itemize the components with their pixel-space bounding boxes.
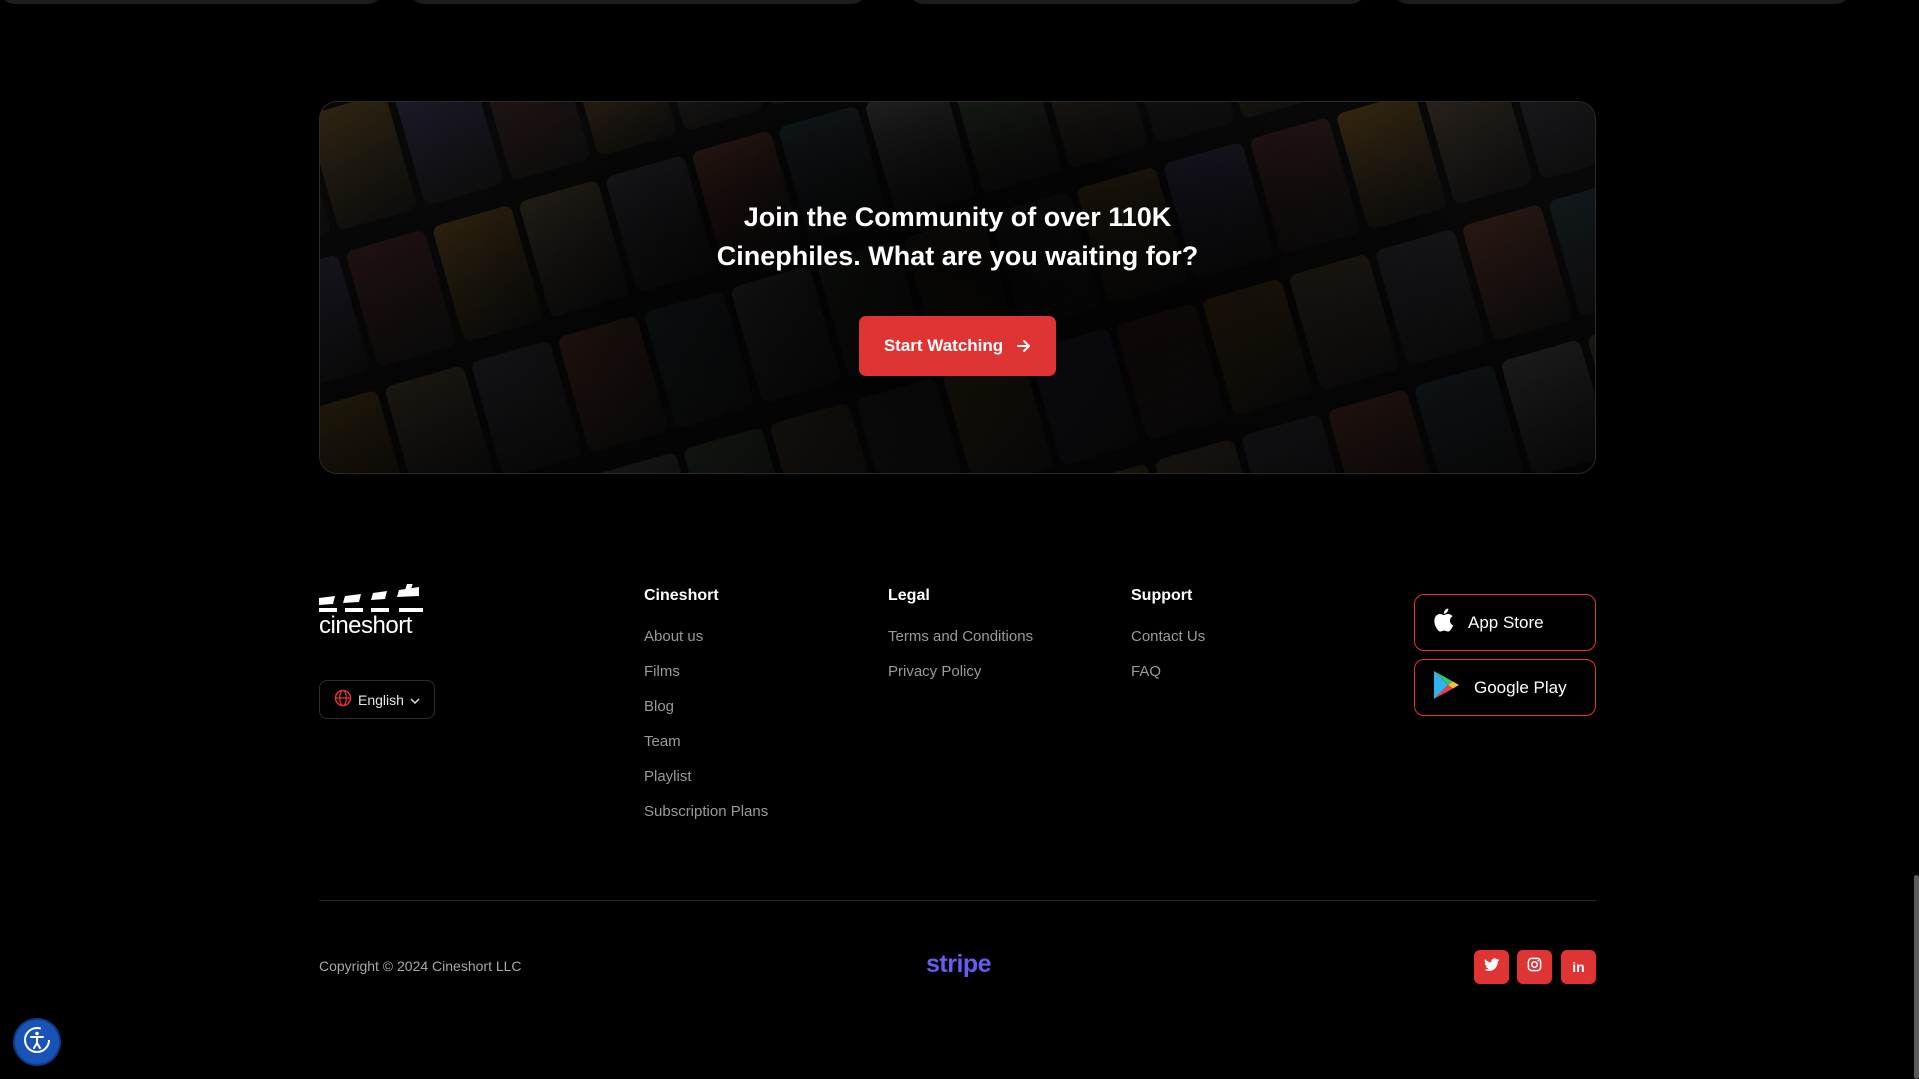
apple-icon: [1432, 607, 1454, 638]
top-card-1: [0, 0, 382, 4]
app-store-label: App Store: [1468, 612, 1544, 632]
app-store-button[interactable]: App Store: [1414, 594, 1596, 651]
column-title: Cineshort: [644, 587, 719, 604]
cineshort-logo[interactable]: cineshort: [319, 584, 423, 642]
twitter-button[interactable]: [1474, 950, 1509, 984]
footer-divider: [319, 900, 1596, 901]
language-label: English: [358, 691, 404, 708]
footer-link-subscription-plans[interactable]: Subscription Plans: [644, 802, 768, 837]
poster-tile: [1595, 101, 1596, 156]
cta-title: Join the Community of over 110K Cinephil…: [716, 202, 1199, 271]
community-cta-banner: Join the Community of over 110K Cinephil…: [319, 101, 1596, 474]
logo-wordmark: cineshort: [319, 612, 412, 639]
accessibility-button[interactable]: [15, 1020, 59, 1064]
chevron-down-icon: [410, 692, 420, 708]
google-play-label: Google Play: [1474, 677, 1567, 697]
start-watching-label: Start Watching: [883, 336, 1004, 355]
footer-link-blog[interactable]: Blog: [644, 697, 768, 732]
linkedin-icon: in: [1572, 959, 1585, 975]
footer-link-faq[interactable]: FAQ: [1131, 662, 1205, 697]
twitter-icon: [1483, 957, 1500, 977]
top-card-4: [1394, 0, 1850, 4]
footer-link-terms[interactable]: Terms and Conditions: [888, 627, 1033, 662]
footer-column-cineshort: Cineshort About us Films Blog Team Playl…: [644, 587, 768, 837]
footer-link-about-us[interactable]: About us: [644, 627, 768, 662]
language-selector[interactable]: English: [319, 680, 435, 719]
clapper-icon: [319, 584, 423, 612]
column-title: Support: [1131, 587, 1193, 604]
globe-icon: [334, 689, 352, 710]
copyright-text: Copyright © 2024 Cineshort LLC: [319, 958, 522, 974]
google-play-button[interactable]: Google Play: [1414, 659, 1596, 716]
page-scrollbar[interactable]: [1914, 875, 1919, 1079]
footer-column-support: Support Contact Us FAQ: [1131, 587, 1205, 697]
instagram-icon: [1527, 957, 1542, 977]
footer-link-privacy[interactable]: Privacy Policy: [888, 662, 1033, 697]
footer-link-films[interactable]: Films: [644, 662, 768, 697]
instagram-button[interactable]: [1517, 950, 1552, 984]
footer-link-contact-us[interactable]: Contact Us: [1131, 627, 1205, 662]
linkedin-button[interactable]: in: [1561, 950, 1596, 984]
stripe-logo: stripe: [926, 950, 992, 978]
start-watching-button[interactable]: Start Watching: [859, 316, 1056, 376]
top-card-3: [909, 0, 1365, 4]
top-card-2: [410, 0, 866, 4]
footer-column-legal: Legal Terms and Conditions Privacy Polic…: [888, 587, 1033, 697]
footer-link-playlist[interactable]: Playlist: [644, 767, 768, 802]
arrow-right-icon: [1017, 336, 1031, 357]
banner-overlay: [320, 102, 1595, 473]
footer-link-team[interactable]: Team: [644, 732, 768, 767]
column-title: Legal: [888, 587, 930, 604]
google-play-icon: [1432, 670, 1460, 705]
accessibility-icon: [22, 1025, 52, 1060]
